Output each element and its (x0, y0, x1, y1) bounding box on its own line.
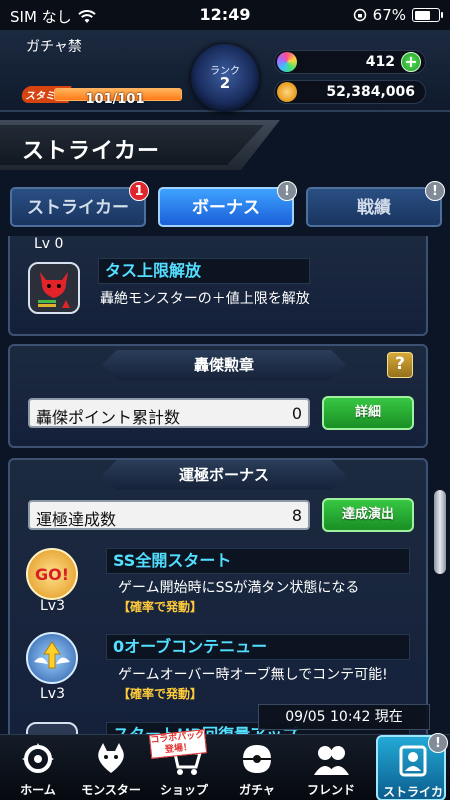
tab-label: ストライカー (27, 198, 129, 218)
go-icon: GO! (26, 548, 78, 600)
friend-icon (314, 746, 349, 775)
section-heading: 運極ボーナス (102, 460, 346, 490)
player-title: ガチャ禁 (26, 39, 82, 55)
nav-gacha[interactable]: ガチャ (222, 735, 292, 800)
tab-label: ボーナス (192, 198, 260, 218)
alert-badge: ! (277, 181, 297, 201)
coin-icon (277, 82, 297, 102)
scrollbar-thumb[interactable] (434, 490, 446, 574)
buy-orbs-button[interactable]: + (401, 52, 421, 72)
tab-record[interactable]: 戦績 (306, 187, 442, 227)
nav-label: フレンド (306, 783, 355, 797)
bonus-name: タス上限解放 (98, 258, 310, 284)
bonus-chance: 【確率で発動】 (118, 687, 203, 701)
status-bar: SIM なし 12:49 67% (0, 0, 450, 30)
nav-friend[interactable]: フレンド (296, 735, 366, 800)
notification-badge: 1 (129, 181, 149, 201)
luck-bonus-panel: 運極ボーナス 運極達成数 8 達成演出 GO! Lv3 SS全開スタート ゲーム… (8, 458, 428, 734)
bonus-list[interactable]: Lv 0 タス上限解放 轟絶モンスターの＋値上限を解放 轟傑勲章 轟傑ポイント累… (0, 236, 450, 734)
orb-icon (277, 52, 297, 72)
level-label: Lv 0 (34, 236, 64, 252)
nav-home[interactable]: ホーム (3, 735, 73, 800)
stat-label: 運極達成数 (36, 510, 117, 529)
bonus-name: SS全開スタート (106, 548, 410, 574)
bonus-desc: ゲームオーバー時オーブ無しでコンテ可能! (118, 667, 388, 683)
gouketsu-panel: 轟傑勲章 轟傑ポイント累計数 0 詳細 (8, 344, 428, 448)
bonus-level: Lv3 (40, 598, 65, 614)
nav-label: モンスター (81, 783, 141, 797)
bonus-chance: 【確率で発動】 (118, 600, 203, 614)
alert-badge: ! (428, 733, 448, 753)
battery-percent: 67% (372, 6, 406, 24)
nav-label: ガチャ (239, 783, 275, 797)
rank-value: 2 (219, 74, 231, 92)
details-button[interactable]: 詳細 (322, 396, 414, 430)
stamina-value: 101/101 (85, 92, 145, 107)
luck-max-count: 運極達成数 8 (28, 500, 310, 530)
stat-value: 8 (291, 506, 302, 525)
hp-icon: HP (26, 722, 78, 734)
tab-bonus[interactable]: ボーナス (158, 187, 294, 227)
tasu-panel: Lv 0 タス上限解放 轟絶モンスターの＋値上限を解放 (8, 236, 428, 336)
orb-count: 412 (365, 54, 395, 70)
nav-label: ホーム (20, 783, 56, 797)
bonus-desc: ゲーム開始時にSSが満タン状態になる (118, 580, 360, 596)
striker-icon (399, 745, 427, 777)
gold-counter: 52,384,006 (274, 80, 426, 104)
bottom-nav: ホーム モンスター ショップ ガチャ フレンド ストライカ (0, 734, 450, 800)
stat-label: 轟傑ポイント累計数 (36, 408, 181, 427)
timestamp: 09/05 10:42 現在 (258, 704, 430, 730)
gold-count: 52,384,006 (326, 84, 415, 100)
gouketsu-points: 轟傑ポイント累計数 0 (28, 398, 310, 428)
home-icon (22, 743, 54, 773)
page-title: ストライカー (22, 139, 161, 164)
battery-icon (412, 8, 443, 22)
svg-text:GO!: GO! (35, 565, 69, 584)
achievement-playback-button[interactable]: 達成演出 (322, 498, 414, 532)
bonus-level: Lv3 (40, 686, 65, 702)
alert-badge: ! (425, 181, 445, 201)
bonus-desc: 轟絶モンスターの＋値上限を解放 (100, 291, 310, 307)
help-button[interactable]: ? (387, 352, 413, 378)
orb-counter: 412 + (274, 50, 426, 74)
nav-label: ストライカー (382, 785, 443, 799)
monster-icon (98, 743, 124, 773)
tab-label: 戦績 (357, 198, 391, 218)
rotation-lock-icon (353, 8, 366, 22)
section-heading: 轟傑勲章 (102, 350, 346, 380)
winged-arrow-icon (26, 632, 78, 684)
stat-value: 0 (291, 404, 302, 423)
devil-icon (28, 262, 80, 314)
tab-striker[interactable]: ストライカー (10, 187, 146, 227)
gacha-icon (243, 745, 271, 773)
nav-label: ショップ (159, 783, 208, 797)
nav-monster[interactable]: モンスター (76, 735, 146, 800)
rank-badge[interactable]: ランク 2 (191, 44, 259, 112)
bonus-name: 0オーブコンテニュー (106, 634, 410, 660)
